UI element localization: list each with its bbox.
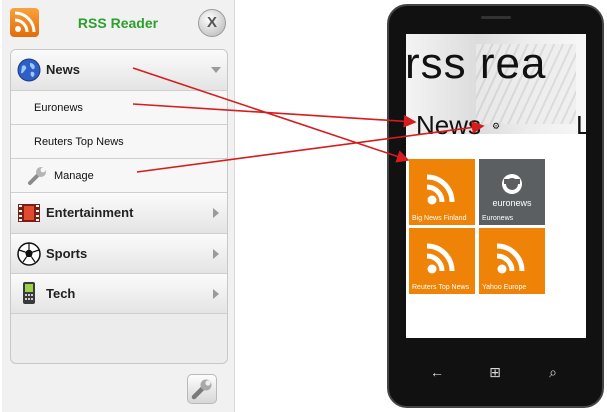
arrow-euronews-to-pivot — [132, 103, 417, 128]
arrow-manage-to-settings — [136, 121, 485, 173]
annotation-arrows — [132, 67, 485, 173]
arrow-news-to-tiles — [132, 67, 410, 163]
